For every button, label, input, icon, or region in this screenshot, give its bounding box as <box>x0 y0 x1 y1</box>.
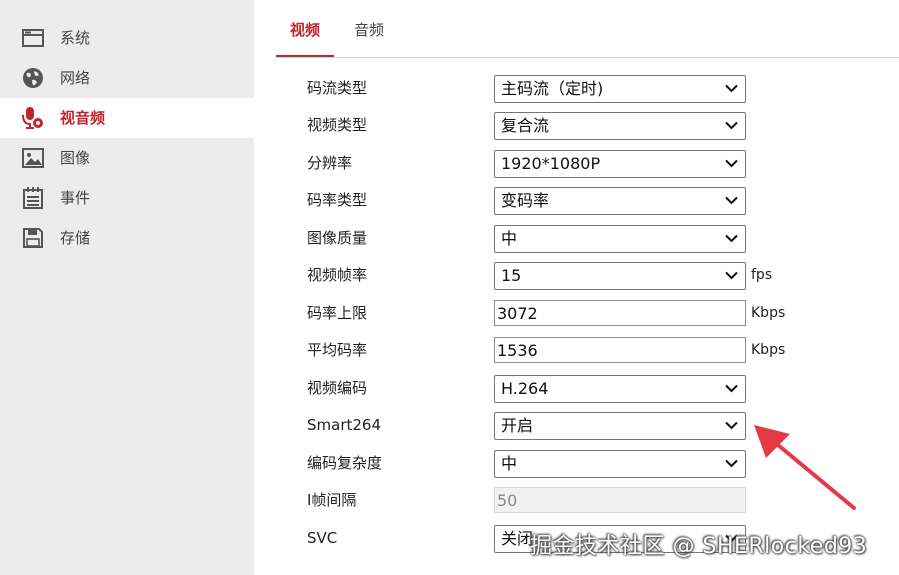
tab-bar: 视频 音频 <box>276 0 899 58</box>
bitrate-type-select[interactable]: 变码率 <box>494 187 746 215</box>
video-type-select[interactable]: 复合流 <box>494 112 746 140</box>
chevron-down-icon <box>725 459 738 468</box>
tab-label: 音频 <box>353 21 384 39</box>
chevron-down-icon <box>725 196 738 205</box>
chevron-down-icon <box>725 384 738 393</box>
unit-label: Kbps <box>751 342 786 358</box>
unit-label: Kbps <box>751 305 786 321</box>
field-label: 视频类型 <box>307 116 368 134</box>
chevron-down-icon <box>725 84 738 93</box>
select-value: 中 <box>501 454 518 473</box>
field-label: SVC <box>307 529 338 547</box>
select-value: 变码率 <box>501 191 550 210</box>
avg-bitrate-input[interactable] <box>494 337 746 363</box>
max-bitrate-input[interactable] <box>494 300 746 326</box>
form-row-video-type: 视频类型 复合流 <box>0 110 899 140</box>
select-value: 开启 <box>501 416 534 435</box>
video-encoding-select[interactable]: H.264 <box>494 375 746 403</box>
resolution-select[interactable]: 1920*1080P <box>494 150 746 178</box>
tab-label: 视频 <box>289 21 320 39</box>
chevron-down-icon <box>725 234 738 243</box>
field-label: 编码复杂度 <box>307 454 383 472</box>
form-row-max-bitrate: 码率上限 Kbps <box>0 298 899 328</box>
smart264-select[interactable]: 开启 <box>494 412 746 440</box>
select-value: 主码流（定时) <box>501 79 604 98</box>
field-label: 码率上限 <box>307 304 368 322</box>
form-row-avg-bitrate: 平均码率 Kbps <box>0 335 899 365</box>
field-label: 码率类型 <box>307 191 368 209</box>
sidebar-item-label: 系统 <box>60 29 91 47</box>
field-label: 视频帧率 <box>307 266 368 284</box>
form-row-stream-type: 码流类型 主码流（定时) <box>0 73 899 103</box>
window-icon <box>22 27 44 49</box>
tab-video[interactable]: 视频 <box>276 19 334 57</box>
form-row-resolution: 分辨率 1920*1080P <box>0 148 899 178</box>
stream-type-select[interactable]: 主码流（定时) <box>494 75 746 103</box>
sidebar-item-system[interactable]: 系统 <box>0 18 254 58</box>
form-row-video-encoding: 视频编码 H.264 <box>0 373 899 403</box>
tab-audio[interactable]: 音频 <box>346 19 392 57</box>
select-value: 关闭 <box>501 529 534 548</box>
red-arrow-annotation <box>754 425 856 510</box>
field-label: 分辨率 <box>307 154 353 172</box>
form-row-bitrate-type: 码率类型 变码率 <box>0 185 899 215</box>
select-value: H.264 <box>501 379 549 398</box>
field-label: 视频编码 <box>307 379 368 397</box>
field-label: Smart264 <box>307 416 382 434</box>
select-value: 1920*1080P <box>501 154 601 173</box>
form-row-image-quality: 图像质量 中 <box>0 223 899 253</box>
frame-rate-select[interactable]: 15 <box>494 262 746 290</box>
chevron-down-icon <box>725 121 738 130</box>
field-label: 图像质量 <box>307 229 368 247</box>
image-quality-select[interactable]: 中 <box>494 225 746 253</box>
select-value: 中 <box>501 229 518 248</box>
field-label: I帧间隔 <box>307 491 357 509</box>
chevron-down-icon <box>725 159 738 168</box>
select-value: 复合流 <box>501 116 550 135</box>
field-label: 平均码率 <box>307 341 368 359</box>
select-value: 15 <box>501 266 522 285</box>
chevron-down-icon <box>725 421 738 430</box>
chevron-down-icon <box>725 271 738 280</box>
watermark: 掘金技术社区 @ SHERlocked93 <box>530 534 868 559</box>
unit-label: fps <box>751 267 773 283</box>
encoding-complexity-select[interactable]: 中 <box>494 450 746 478</box>
form-row-frame-rate: 视频帧率 15 fps <box>0 260 899 290</box>
i-frame-interval-input <box>494 487 746 513</box>
field-label: 码流类型 <box>307 79 368 97</box>
